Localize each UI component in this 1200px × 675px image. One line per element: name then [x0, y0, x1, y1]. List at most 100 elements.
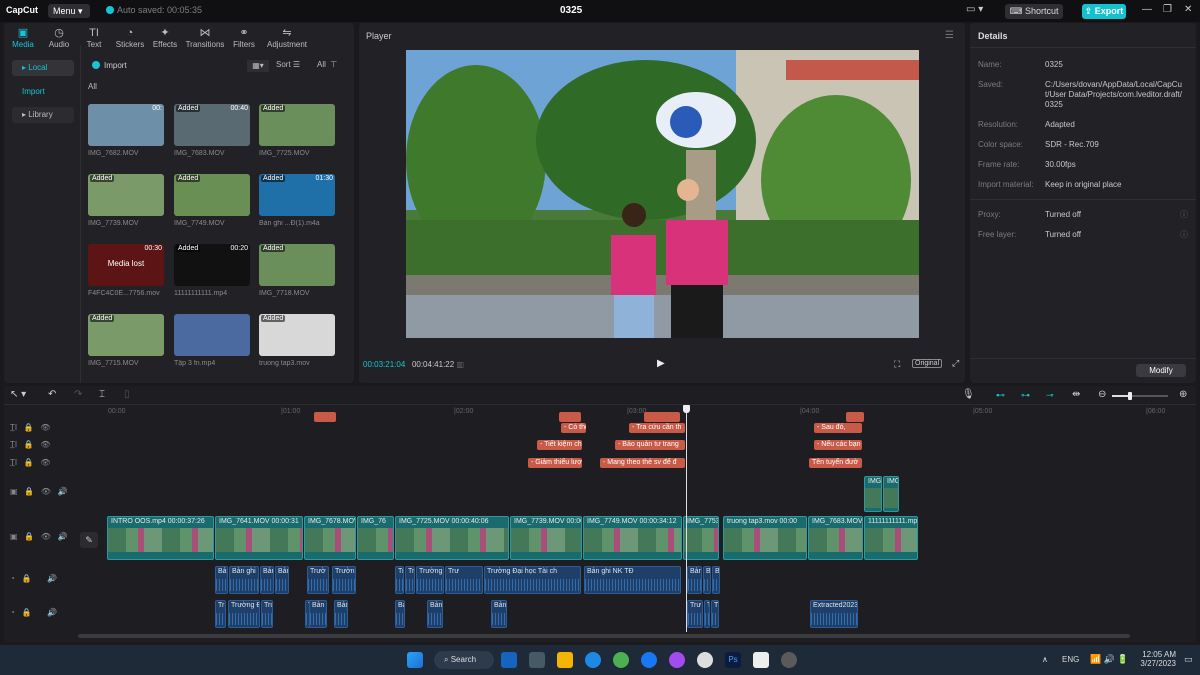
audio-clip[interactable]: Bản — [260, 566, 274, 594]
info-icon[interactable]: ⓘ — [1180, 229, 1188, 240]
tab-audio[interactable]: ◷ Audio — [44, 27, 74, 49]
audio-clip[interactable]: Bả — [395, 600, 405, 628]
video-clip[interactable]: IMG_76 — [357, 516, 394, 560]
maximize-icon[interactable]: ❐ — [1163, 4, 1172, 15]
media-thumbnail[interactable]: Added — [259, 104, 335, 146]
layout-icon[interactable]: ▭ ▾ — [966, 4, 983, 15]
sidebar-item-library[interactable]: ▸ Library — [12, 107, 74, 123]
chrome-icon[interactable] — [613, 652, 629, 668]
tab-filters[interactable]: ⚭ Filters — [230, 27, 258, 49]
delete-icon[interactable]: ▯ — [124, 389, 130, 400]
zoom-in-icon[interactable]: ⊕ — [1179, 389, 1187, 400]
audio-clip[interactable]: Bản — [334, 600, 348, 628]
windows-start-icon[interactable] — [407, 652, 423, 668]
file-explorer-icon[interactable] — [557, 652, 573, 668]
media-thumbnail[interactable]: 00:30 Media lost — [88, 244, 164, 286]
text-clip[interactable] — [846, 412, 864, 422]
audio-clip[interactable]: Tr — [395, 566, 404, 594]
audio-track-controls[interactable]: ◔ 🔒 🔊 — [10, 574, 57, 583]
app-icon[interactable] — [529, 652, 545, 668]
audio-clip[interactable]: Trường Đ — [228, 600, 260, 628]
video-clip[interactable]: INTRO OOS.mp4 00:00:37:26 — [107, 516, 214, 560]
modify-button[interactable]: Modify — [1136, 364, 1186, 377]
audio-clip[interactable]: Tr — [215, 600, 226, 628]
notification-icon[interactable]: ▭ — [1184, 654, 1193, 665]
text-clip[interactable]: - Có thên — [561, 423, 586, 433]
align-icon[interactable]: ⇹ — [1072, 389, 1080, 400]
media-thumbnail[interactable]: Added — [259, 244, 335, 286]
app-icon[interactable] — [501, 652, 517, 668]
tab-text[interactable]: TI Text — [82, 27, 106, 49]
audio-clip[interactable]: B — [703, 566, 711, 594]
audio-clip[interactable]: Bả — [215, 566, 228, 594]
text-clip[interactable] — [644, 412, 680, 422]
main-track-controls[interactable]: ▣ 🔒 👁 🔊 — [10, 532, 68, 541]
video-clip[interactable]: IMG_7678.MOV — [304, 516, 356, 560]
audio-clip[interactable]: Bản — [427, 600, 443, 628]
taskbar-search[interactable]: ⌕ Search — [434, 651, 494, 669]
menu-button[interactable]: Menu ▾ — [48, 4, 90, 18]
chat-icon[interactable] — [697, 652, 713, 668]
audio-clip[interactable]: Trư — [687, 600, 703, 628]
audio-clip[interactable]: Bản ghi I — [229, 566, 259, 594]
audio-clip[interactable]: Trườn — [332, 566, 356, 594]
timeline-scrollbar[interactable] — [78, 634, 1130, 638]
close-icon[interactable]: ✕ — [1184, 4, 1192, 15]
audio-clip[interactable]: Trường Đại học Tài ch — [484, 566, 581, 594]
magnet-icon[interactable]: ⊷ — [996, 390, 1005, 401]
select-tool-icon[interactable]: ↖ ▾ — [10, 389, 26, 400]
tab-transitions[interactable]: ⋈ Transitions — [184, 27, 226, 49]
shortcut-button[interactable]: ⌨ Shortcut — [1005, 4, 1063, 19]
video-clip[interactable]: IMG_7739.MOV 00:00 — [510, 516, 582, 560]
video-clip[interactable]: IMG_7749.MOV 00:00:34:12 — [583, 516, 682, 560]
video-clip[interactable]: 11111111111.mp — [864, 516, 918, 560]
text-track-controls[interactable]: T̲I 🔒 👁 — [10, 423, 51, 432]
info-icon[interactable]: ⓘ — [1180, 209, 1188, 220]
audio-clip[interactable]: Trư — [405, 566, 415, 594]
filter-all[interactable]: All ⊤ — [317, 60, 337, 69]
video-clip[interactable]: IMG_7683.MOV — [808, 516, 863, 560]
audio-clip[interactable]: Bản — [275, 566, 289, 594]
fit-icon[interactable]: ⛶ — [894, 359, 900, 370]
playhead[interactable] — [686, 406, 687, 632]
facebook-icon[interactable] — [641, 652, 657, 668]
audio-clip[interactable]: Trư — [261, 600, 273, 628]
fullscreen-icon[interactable]: ⤢ — [952, 358, 959, 369]
media-thumbnail[interactable]: Added — [88, 174, 164, 216]
zoom-slider[interactable] — [1112, 392, 1168, 400]
media-thumbnail[interactable]: Added — [174, 174, 250, 216]
import-button[interactable]: Import — [92, 61, 127, 70]
sort-button[interactable]: Sort ☰ — [276, 60, 300, 69]
audio-clip[interactable]: Extracted2023 — [810, 600, 858, 628]
text-clip[interactable]: - Giảm thiểu lượ — [528, 458, 582, 468]
play-button[interactable]: ▶ — [657, 358, 665, 369]
audio-clip[interactable]: Bản — [309, 600, 327, 628]
media-player-icon[interactable] — [781, 652, 797, 668]
system-tray-icons[interactable]: 📶 🔊 🔋 — [1090, 654, 1129, 665]
preview-axis-icon[interactable]: ⊸ — [1046, 390, 1054, 401]
text-clip[interactable]: - Tra cứu cần th — [629, 423, 685, 433]
audio-clip[interactable]: Tr — [704, 600, 710, 628]
audio-clip[interactable]: Bản — [491, 600, 507, 628]
text-clip[interactable] — [559, 412, 581, 422]
text-clip[interactable]: - Sau đó, — [814, 423, 862, 433]
overlay-clip[interactable]: IMG — [883, 476, 899, 512]
media-thumbnail[interactable]: Added 00:20 — [174, 244, 250, 286]
audio-clip[interactable]: Bản ghi NK TĐ — [584, 566, 681, 594]
messenger-icon[interactable] — [669, 652, 685, 668]
zoom-out-icon[interactable]: ⊖ — [1098, 389, 1106, 400]
text-clip[interactable] — [314, 412, 336, 422]
tab-stickers[interactable]: ◔ Stickers — [112, 27, 148, 49]
audio-clip[interactable]: Bản — [687, 566, 702, 594]
zoom-slider-handle[interactable] — [1128, 392, 1132, 400]
capcut-icon[interactable] — [753, 652, 769, 668]
video-clip[interactable]: IMG_7753 — [683, 516, 719, 560]
microphone-icon[interactable]: 🎙 — [962, 389, 975, 400]
audio-clip[interactable]: Trư — [711, 600, 719, 628]
player-menu-icon[interactable]: ☰ — [945, 30, 954, 41]
text-clip[interactable]: Tên tuyển đườ — [809, 458, 862, 468]
text-track-controls[interactable]: T̲I 🔒 👁 — [10, 440, 51, 449]
sidebar-item-local[interactable]: ▸ Local — [12, 60, 74, 76]
cover-edit-icon[interactable]: ✎ — [80, 532, 98, 548]
photoshop-icon[interactable]: Ps — [725, 652, 741, 668]
